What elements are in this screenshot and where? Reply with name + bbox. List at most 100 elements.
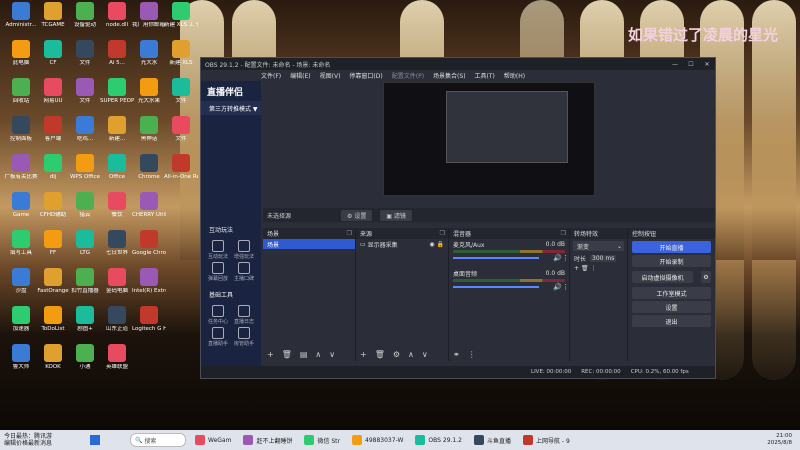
transition-select[interactable]: 渐变 ⌄ [573, 241, 624, 251]
taskbar-app[interactable]: 微信 Str [301, 433, 343, 447]
desktop-icon[interactable]: 小通 [68, 344, 102, 382]
desktop-icon[interactable]: 文件 [68, 40, 102, 78]
obs-window[interactable]: OBS 29.1.2 - 配置文件: 未命名 - 场景: 未命名 — ☐ ✕ 文… [200, 57, 716, 379]
virtual-camera-button[interactable]: 启动虚拟摄像机 [632, 271, 693, 283]
close-icon[interactable]: ✕ [699, 61, 715, 68]
desktop-icon[interactable]: CHERRY Utility... [132, 192, 166, 230]
sidebar-tool-1[interactable]: 互动玩法 [205, 238, 231, 260]
desktop-icon[interactable]: 英雄联盟 [100, 344, 134, 382]
settings-button[interactable]: ⚙ 设置 [341, 209, 373, 221]
sidebar-tool-2[interactable]: 增强玩法 [231, 238, 257, 260]
desktop-icon[interactable]: SUPER PEOP... [100, 78, 134, 116]
desktop-icon[interactable]: 七日世界 [100, 230, 134, 268]
menu-help[interactable]: 帮助(H) [504, 71, 525, 80]
taskbar-app[interactable]: 赶不上翻睡饼 [240, 433, 295, 447]
add-icon[interactable]: + [360, 350, 367, 359]
more-icon[interactable]: ⋮ [590, 265, 596, 272]
desktop-icon[interactable]: Chrome [132, 154, 166, 192]
speaker-icon[interactable]: 🔊⋮ [553, 283, 569, 291]
menu-tools[interactable]: 工具(T) [475, 71, 495, 80]
desktop-icon[interactable]: Logitech G HUB [132, 306, 166, 344]
desktop-icon[interactable]: 扣竹直播器 [68, 268, 102, 306]
desktop-icon[interactable]: 此电脑 [4, 40, 38, 78]
desktop-icon[interactable]: LTG [68, 230, 102, 268]
gear-icon[interactable]: ⚙ [701, 271, 711, 283]
more-icon[interactable]: ⋮ [468, 350, 476, 359]
transition-duration[interactable]: 时长 300 ms [570, 253, 627, 263]
trash-icon[interactable]: 🗑 [282, 350, 292, 359]
desktop-icon[interactable]: WPS Office [68, 154, 102, 192]
obs-preview[interactable] [383, 82, 595, 196]
down-icon[interactable]: ∨ [329, 350, 335, 359]
desktop-icon[interactable]: 金码电脑 [100, 268, 134, 306]
desktop-icon[interactable]: Ai 5... [100, 40, 134, 78]
desktop-icon[interactable]: 文件 [68, 78, 102, 116]
desktop-icon[interactable]: KOOK [36, 344, 70, 382]
down-icon[interactable]: ∨ [422, 350, 428, 359]
taskbar-app[interactable]: 斗鱼直播 [471, 433, 514, 447]
up-icon[interactable]: ∧ [408, 350, 414, 359]
taskbar-app[interactable]: 49883037-W [349, 433, 406, 447]
studio-mode-button[interactable]: 工作室模式 [632, 287, 711, 299]
desktop-icon[interactable]: 新建 XLS [164, 40, 198, 78]
desktop-icon[interactable]: CFHD辅助 [36, 192, 70, 230]
desktop-icon[interactable]: 加速器 [4, 306, 38, 344]
speaker-icon[interactable]: 🔊⋮ [553, 254, 569, 262]
desktop-icon[interactable]: dlj [36, 154, 70, 192]
menu-edit[interactable]: 编辑(E) [290, 71, 310, 80]
desktop-icon[interactable]: 文件 [164, 78, 198, 116]
desktop-icon[interactable]: Office [100, 154, 134, 192]
desktop-icon[interactable]: 新建... [100, 116, 134, 154]
start-icon[interactable] [90, 435, 100, 445]
desktop-icon[interactable]: ToDoList [36, 306, 70, 344]
desktop-icon[interactable]: 广板有关比赛 [4, 154, 38, 192]
desktop-icon[interactable]: Intel(R) Extre... [132, 268, 166, 306]
desktop-icon[interactable]: 剧图+ [68, 306, 102, 344]
sidebar-tool-4[interactable]: 主播口碑 [231, 260, 257, 282]
desktop-icon[interactable]: 设备驱动 [68, 2, 102, 40]
desktop-icon[interactable]: 吃鸡... [68, 116, 102, 154]
minimize-icon[interactable]: — [667, 61, 683, 68]
volume-slider[interactable] [453, 257, 540, 259]
menu-scene-collection[interactable]: 场景集合(S) [433, 71, 466, 80]
desktop-icon[interactable]: All-in-One Repair Pr... [164, 154, 198, 192]
trash-icon[interactable]: 🗑 [579, 265, 590, 272]
sidebar-tool-6[interactable]: 直播日志 [231, 303, 257, 325]
desktop-icon[interactable]: Administr... [4, 2, 38, 40]
news-widget[interactable]: 今日最热：腾讯游 编辑价格最新消息 [0, 433, 74, 447]
desktop-icon[interactable]: Google Chrome [132, 230, 166, 268]
desktop-icon[interactable]: 文件 [164, 116, 198, 154]
dock-float-icon[interactable]: ❐ [347, 230, 352, 237]
desktop-icon[interactable]: 餐饮 [100, 192, 134, 230]
desktop-icon[interactable]: 黑神话 [132, 116, 166, 154]
maximize-icon[interactable]: ☐ [683, 61, 699, 68]
menu-profile[interactable]: 配置文件(P) [392, 71, 424, 80]
desktop-icon[interactable]: CF [36, 40, 70, 78]
desktop-icon[interactable]: 我厂用你邮箱 协议和说明... [132, 2, 166, 40]
desktop-icon[interactable]: 网易UU [36, 78, 70, 116]
desktop-icon[interactable]: 填写工具 [4, 230, 38, 268]
desktop-icon[interactable]: Game [4, 192, 38, 230]
desktop-icon[interactable]: node.dll [100, 2, 134, 40]
desktop-icon[interactable]: 回收站 [4, 78, 38, 116]
desktop-icon[interactable]: 控制面板 [4, 116, 38, 154]
desktop-icon[interactable]: 光大水果 [132, 78, 166, 116]
desktop-icon[interactable]: 山东正道 [100, 306, 134, 344]
sidebar-tool-7[interactable]: 直播助手 [205, 325, 231, 347]
gear-icon[interactable]: ⚙ [393, 350, 400, 359]
scene-item[interactable]: 场景 [263, 239, 355, 249]
source-item[interactable]: ▭ 显示器采集 ◉ 🔒 [356, 239, 448, 249]
desktop-icon[interactable]: FF [36, 230, 70, 268]
menu-file[interactable]: 文件(F) [261, 71, 281, 80]
link-icon[interactable]: ⚭ [453, 350, 460, 359]
start-streaming-button[interactable]: 开始直播 [632, 241, 711, 253]
desktop-icon[interactable]: 鲁大师 [4, 344, 38, 382]
taskbar-app[interactable]: 上网导航 - 9 [520, 433, 573, 447]
dock-float-icon[interactable]: ❐ [561, 230, 566, 237]
taskbar-app[interactable]: WeGam [192, 433, 234, 447]
desktop-icon[interactable]: FastOrange [36, 268, 70, 306]
up-icon[interactable]: ∧ [315, 350, 321, 359]
filters-button[interactable]: ▣ 滤镜 [380, 209, 412, 221]
exit-button[interactable]: 退出 [632, 315, 711, 327]
search-input[interactable]: 🔍 搜索 [130, 433, 186, 447]
